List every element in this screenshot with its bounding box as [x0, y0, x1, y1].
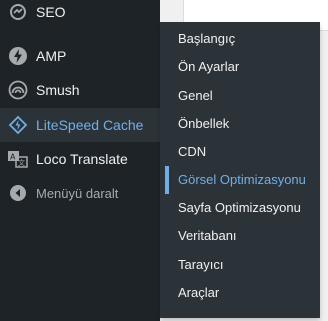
admin-sidebar-menu: SEO AMP Smush LiteSpeed Cache A 文 Loco T… [0, 0, 160, 321]
submenu-item-onbellek[interactable]: Önbellek [160, 110, 320, 138]
svg-text:文: 文 [18, 158, 25, 167]
submenu-item-baslangic[interactable]: Başlangıç [160, 25, 320, 53]
seo-icon [7, 1, 29, 23]
menu-item-smush[interactable]: Smush [0, 73, 160, 107]
wp-admin-screen: SEO AMP Smush LiteSpeed Cache A 文 Loco T… [0, 0, 328, 321]
submenu-item-sayfa-optimizasyonu[interactable]: Sayfa Optimizasyonu [160, 194, 320, 222]
smush-icon [7, 79, 29, 101]
collapse-arrow-icon [7, 182, 29, 204]
submenu-item-gorsel-optimizasyonu[interactable]: Görsel Optimizasyonu [160, 166, 320, 194]
menu-item-label: LiteSpeed Cache [36, 117, 144, 133]
menu-item-amp[interactable]: AMP [0, 39, 160, 73]
amp-lightning-icon [7, 45, 29, 67]
svg-text:A: A [10, 153, 16, 162]
submenu-item-veritabani[interactable]: Veritabanı [160, 222, 320, 250]
menu-item-seo[interactable]: SEO [0, 0, 160, 29]
submenu-item-on-ayarlar[interactable]: Ön Ayarlar [160, 53, 320, 81]
submenu-item-araclar[interactable]: Araçlar [160, 279, 320, 307]
menu-item-label: Loco Translate [36, 151, 128, 167]
submenu-pointer [152, 118, 160, 134]
litespeed-submenu: Başlangıç Ön Ayarlar Genel Önbellek CDN … [160, 22, 320, 318]
menu-item-label: SEO [36, 4, 66, 20]
submenu-item-genel[interactable]: Genel [160, 82, 320, 110]
collapse-menu-label: Menüyü daralt [36, 185, 119, 201]
collapse-menu-button[interactable]: Menüyü daralt [0, 176, 160, 210]
submenu-item-tarayici[interactable]: Tarayıcı [160, 251, 320, 279]
litespeed-diamond-icon [7, 114, 29, 136]
menu-item-loco-translate[interactable]: A 文 Loco Translate [0, 142, 160, 176]
submenu-item-cdn[interactable]: CDN [160, 138, 320, 166]
menu-item-litespeed-cache[interactable]: LiteSpeed Cache [0, 108, 160, 142]
menu-item-label: Smush [36, 82, 80, 98]
menu-item-label: AMP [36, 48, 67, 64]
translate-icon: A 文 [7, 148, 29, 170]
